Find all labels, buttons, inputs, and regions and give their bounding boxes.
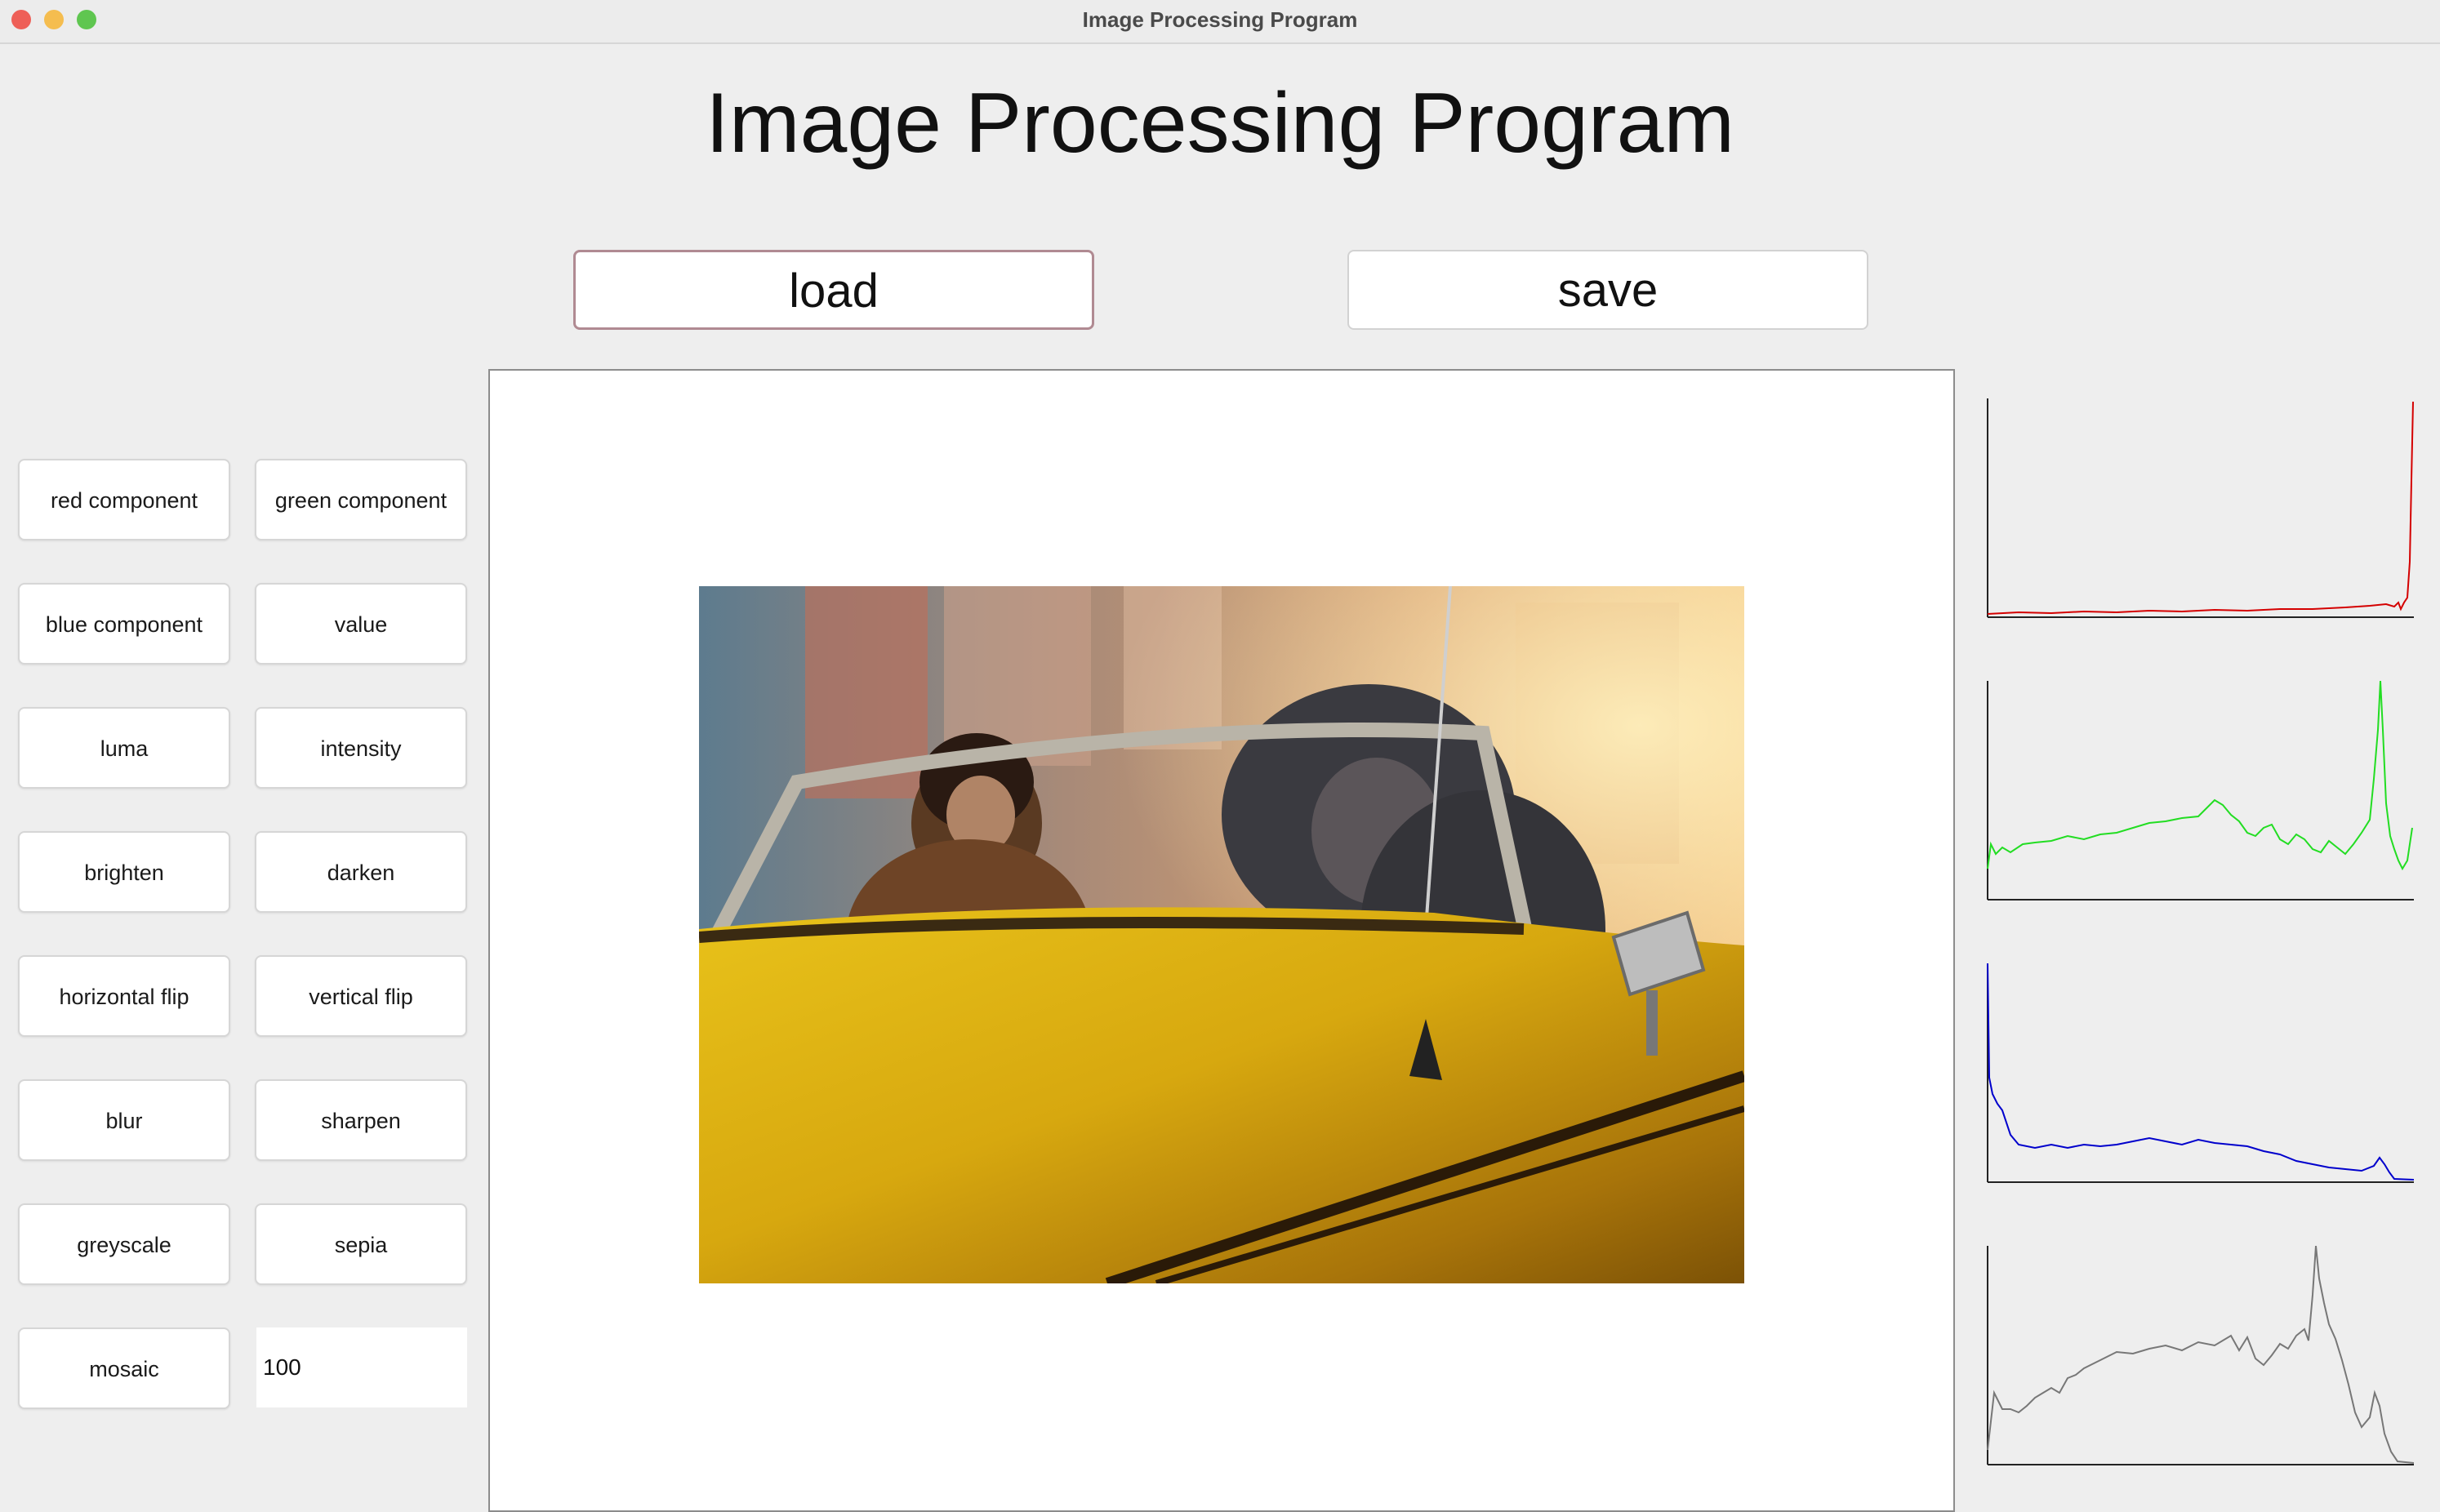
photo-icon bbox=[699, 586, 1744, 1283]
blue-component-button[interactable]: blue component bbox=[18, 583, 230, 665]
green-histogram bbox=[1987, 681, 2414, 901]
darken-button[interactable]: darken bbox=[255, 831, 467, 913]
vertical-flip-button[interactable]: vertical flip bbox=[255, 955, 467, 1037]
luma-button[interactable]: luma bbox=[18, 707, 230, 789]
brighten-button[interactable]: brighten bbox=[18, 831, 230, 913]
sharpen-button[interactable]: sharpen bbox=[255, 1079, 467, 1161]
value-button[interactable]: value bbox=[255, 583, 467, 665]
app-window: Image Processing Program Image Processin… bbox=[0, 0, 2440, 1512]
blur-button[interactable]: blur bbox=[18, 1079, 230, 1161]
horizontal-flip-button[interactable]: horizontal flip bbox=[18, 955, 230, 1037]
red-component-button[interactable]: red component bbox=[18, 459, 230, 540]
blue-histogram bbox=[1987, 963, 2414, 1183]
red-histogram bbox=[1987, 398, 2414, 618]
green-component-button[interactable]: green component bbox=[255, 459, 467, 540]
window-title: Image Processing Program bbox=[1082, 7, 1358, 32]
greyscale-button[interactable]: greyscale bbox=[18, 1203, 230, 1285]
mosaic-button[interactable]: mosaic bbox=[18, 1327, 230, 1409]
page-title: Image Processing Program bbox=[705, 76, 1735, 171]
intensity-button[interactable]: intensity bbox=[255, 707, 467, 789]
intensity-histogram bbox=[1987, 1246, 2414, 1465]
mosaic-seeds-input[interactable] bbox=[256, 1327, 467, 1407]
save-button[interactable]: save bbox=[1347, 250, 1868, 330]
sepia-button[interactable]: sepia bbox=[255, 1203, 467, 1285]
title-bar: Image Processing Program bbox=[0, 0, 2440, 44]
load-button[interactable]: load bbox=[573, 250, 1094, 330]
loaded-image-preview bbox=[699, 586, 1744, 1283]
